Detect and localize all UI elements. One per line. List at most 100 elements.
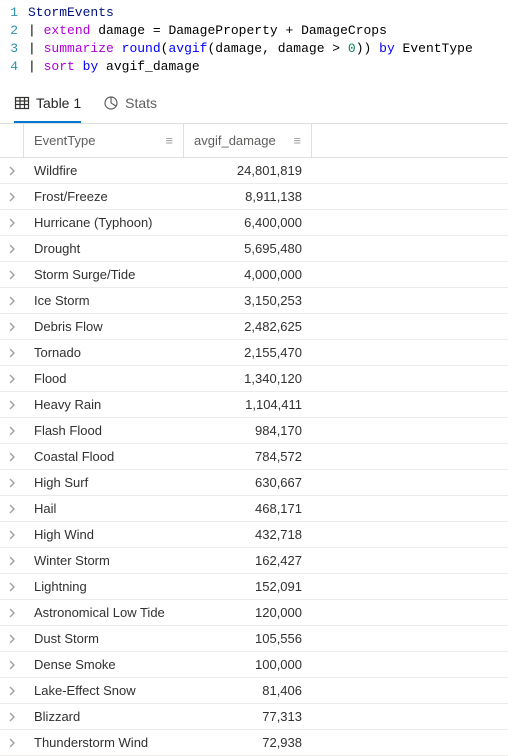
expand-row-icon[interactable] — [0, 418, 24, 443]
cell-eventtype: Astronomical Low Tide — [24, 600, 184, 625]
tab-table-label: Table 1 — [36, 95, 81, 111]
table-row[interactable]: Blizzard77,313 — [0, 704, 508, 730]
cell-eventtype: Lake-Effect Snow — [24, 678, 184, 703]
expand-row-icon[interactable] — [0, 158, 24, 183]
result-tabs: Table 1 Stats — [0, 84, 508, 124]
cell-eventtype: Flood — [24, 366, 184, 391]
table-row[interactable]: Ice Storm3,150,253 — [0, 288, 508, 314]
expand-row-icon[interactable] — [0, 210, 24, 235]
editor-line[interactable]: 4| sort by avgif_damage — [0, 58, 508, 76]
cell-eventtype: Storm Surge/Tide — [24, 262, 184, 287]
table-row[interactable]: High Surf630,667 — [0, 470, 508, 496]
table-row[interactable]: Flood1,340,120 — [0, 366, 508, 392]
expand-row-icon[interactable] — [0, 288, 24, 313]
cell-eventtype: Coastal Flood — [24, 444, 184, 469]
table-row[interactable]: High Wind432,718 — [0, 522, 508, 548]
code-content[interactable]: StormEvents — [28, 4, 508, 22]
cell-eventtype: Dust Storm — [24, 626, 184, 651]
line-number: 3 — [0, 40, 28, 58]
code-content[interactable]: | extend damage = DamageProperty + Damag… — [28, 22, 508, 40]
expand-row-icon[interactable] — [0, 366, 24, 391]
expand-row-icon[interactable] — [0, 730, 24, 755]
query-editor[interactable]: 1StormEvents2| extend damage = DamagePro… — [0, 0, 508, 84]
expand-row-icon[interactable] — [0, 392, 24, 417]
cell-avgif-damage: 2,482,625 — [184, 314, 312, 339]
cell-avgif-damage: 984,170 — [184, 418, 312, 443]
cell-avgif-damage: 24,801,819 — [184, 158, 312, 183]
expand-row-icon[interactable] — [0, 444, 24, 469]
cell-avgif-damage: 6,400,000 — [184, 210, 312, 235]
cell-eventtype: Winter Storm — [24, 548, 184, 573]
table-row[interactable]: Thunderstorm Wind72,938 — [0, 730, 508, 756]
tab-table[interactable]: Table 1 — [14, 92, 81, 123]
table-row[interactable]: Hail468,171 — [0, 496, 508, 522]
cell-avgif-damage: 2,155,470 — [184, 340, 312, 365]
cell-avgif-damage: 100,000 — [184, 652, 312, 677]
code-content[interactable]: | sort by avgif_damage — [28, 58, 508, 76]
cell-avgif-damage: 1,340,120 — [184, 366, 312, 391]
cell-avgif-damage: 105,556 — [184, 626, 312, 651]
expand-header — [0, 124, 24, 157]
cell-avgif-damage: 630,667 — [184, 470, 312, 495]
table-row[interactable]: Tornado2,155,470 — [0, 340, 508, 366]
expand-row-icon[interactable] — [0, 340, 24, 365]
cell-avgif-damage: 4,000,000 — [184, 262, 312, 287]
table-row[interactable]: Debris Flow2,482,625 — [0, 314, 508, 340]
cell-avgif-damage: 8,911,138 — [184, 184, 312, 209]
expand-row-icon[interactable] — [0, 600, 24, 625]
expand-row-icon[interactable] — [0, 184, 24, 209]
expand-row-icon[interactable] — [0, 548, 24, 573]
column-menu-icon[interactable]: ≡ — [165, 134, 173, 147]
cell-eventtype: High Wind — [24, 522, 184, 547]
cell-eventtype: Ice Storm — [24, 288, 184, 313]
table-row[interactable]: Lightning152,091 — [0, 574, 508, 600]
table-row[interactable]: Lake-Effect Snow81,406 — [0, 678, 508, 704]
code-content[interactable]: | summarize round(avgif(damage, damage >… — [28, 40, 508, 58]
cell-eventtype: Drought — [24, 236, 184, 261]
expand-row-icon[interactable] — [0, 704, 24, 729]
expand-row-icon[interactable] — [0, 262, 24, 287]
cell-eventtype: Blizzard — [24, 704, 184, 729]
table-row[interactable]: Flash Flood984,170 — [0, 418, 508, 444]
table-row[interactable]: Dust Storm105,556 — [0, 626, 508, 652]
cell-eventtype: Debris Flow — [24, 314, 184, 339]
table-body: Wildfire24,801,819Frost/Freeze8,911,138H… — [0, 158, 508, 756]
table-row[interactable]: Winter Storm162,427 — [0, 548, 508, 574]
cell-eventtype: Thunderstorm Wind — [24, 730, 184, 755]
tab-stats[interactable]: Stats — [103, 92, 157, 123]
editor-line[interactable]: 1StormEvents — [0, 4, 508, 22]
cell-avgif-damage: 468,171 — [184, 496, 312, 521]
cell-avgif-damage: 152,091 — [184, 574, 312, 599]
table-row[interactable]: Wildfire24,801,819 — [0, 158, 508, 184]
editor-line[interactable]: 2| extend damage = DamageProperty + Dama… — [0, 22, 508, 40]
editor-line[interactable]: 3| summarize round(avgif(damage, damage … — [0, 40, 508, 58]
cell-eventtype: Tornado — [24, 340, 184, 365]
table-row[interactable]: Coastal Flood784,572 — [0, 444, 508, 470]
table-row[interactable]: Hurricane (Typhoon)6,400,000 — [0, 210, 508, 236]
column-header-eventtype[interactable]: EventType ≡ — [24, 124, 184, 157]
column-header-avgif-damage-label: avgif_damage — [194, 133, 287, 148]
expand-row-icon[interactable] — [0, 574, 24, 599]
expand-row-icon[interactable] — [0, 314, 24, 339]
column-header-avgif-damage[interactable]: avgif_damage ≡ — [184, 124, 312, 157]
expand-row-icon[interactable] — [0, 626, 24, 651]
expand-row-icon[interactable] — [0, 236, 24, 261]
table-header-row: EventType ≡ avgif_damage ≡ — [0, 124, 508, 158]
table-row[interactable]: Heavy Rain1,104,411 — [0, 392, 508, 418]
cell-avgif-damage: 5,695,480 — [184, 236, 312, 261]
cell-avgif-damage: 162,427 — [184, 548, 312, 573]
expand-row-icon[interactable] — [0, 652, 24, 677]
table-row[interactable]: Storm Surge/Tide4,000,000 — [0, 262, 508, 288]
table-row[interactable]: Drought5,695,480 — [0, 236, 508, 262]
table-row[interactable]: Dense Smoke100,000 — [0, 652, 508, 678]
cell-avgif-damage: 3,150,253 — [184, 288, 312, 313]
expand-row-icon[interactable] — [0, 522, 24, 547]
table-icon — [14, 95, 30, 111]
table-row[interactable]: Frost/Freeze8,911,138 — [0, 184, 508, 210]
expand-row-icon[interactable] — [0, 678, 24, 703]
cell-eventtype: Flash Flood — [24, 418, 184, 443]
expand-row-icon[interactable] — [0, 470, 24, 495]
table-row[interactable]: Astronomical Low Tide120,000 — [0, 600, 508, 626]
column-menu-icon[interactable]: ≡ — [293, 134, 301, 147]
expand-row-icon[interactable] — [0, 496, 24, 521]
